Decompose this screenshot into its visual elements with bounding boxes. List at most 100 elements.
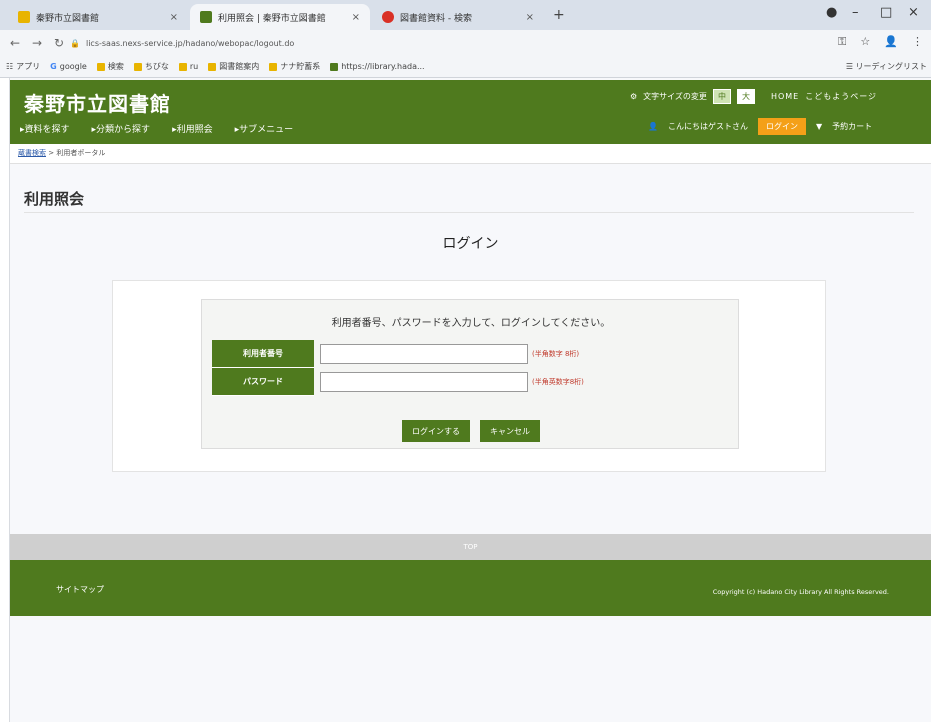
account-icon[interactable]: 👤 [884, 35, 898, 49]
bookmark-folder[interactable]: 検索 [96, 61, 124, 72]
lock-icon: 🔒 [70, 38, 80, 48]
font-size-large-button[interactable]: 大 [736, 89, 755, 104]
address-bar-row: ← → ↻ 🔒 lics-saas.nexs-service.jp/hadano… [0, 30, 931, 56]
browser-tabbar: 秦野市立図書館 × 利用照会 | 秦野市立図書館 × 図書館資料 - 検索 × … [0, 0, 931, 30]
page-title: 利用照会 [24, 190, 85, 208]
google-icon: G [50, 62, 57, 71]
site-footer: サイトマップ Copyright (c) Hadano City Library… [10, 560, 931, 616]
user-number-input[interactable] [320, 344, 528, 364]
title-divider [24, 212, 914, 213]
key-icon[interactable]: ⚿ [838, 35, 846, 49]
reload-icon[interactable]: ↻ [52, 36, 66, 50]
forward-arrow-icon[interactable]: → [30, 36, 44, 50]
browser-tab[interactable]: 秦野市立図書館 × [8, 4, 188, 30]
close-window-button[interactable]: × [908, 5, 919, 20]
login-form: 利用者番号、パスワードを入力して、ログインしてください。 利用者番号 (半角数字… [201, 299, 739, 449]
font-size-medium-button[interactable]: 中 [712, 89, 731, 104]
kids-page-link[interactable]: こどもようページ [805, 91, 877, 102]
tab-close-icon[interactable]: × [170, 12, 178, 23]
bookmark-label: アプリ [16, 62, 41, 71]
apps-bookmark[interactable]: ☷ アプリ [6, 61, 40, 72]
minimize-button[interactable]: – [852, 5, 859, 20]
nav-search-materials[interactable]: ▸資料を探す [20, 122, 70, 135]
header-utility: ⚙ 文字サイズの変更 中 大 HOME こどもようページ [630, 89, 877, 104]
copyright-text: Copyright (c) Hadano City Library All Ri… [712, 588, 889, 596]
tab-close-icon[interactable]: × [526, 12, 534, 23]
password-row: パスワード (半角英数字8桁) [212, 368, 584, 396]
nav-usage-inquiry[interactable]: ▸利用照会 [172, 122, 213, 135]
bookmark-folder[interactable]: ちびな [133, 61, 169, 72]
breadcrumb-home[interactable]: 蔵書検索 [18, 149, 46, 157]
bookmark-folder[interactable]: ナナ貯蓄系 [269, 61, 320, 72]
folder-icon [208, 62, 217, 71]
reading-list-icon: ☰ [845, 62, 856, 71]
tab-close-icon[interactable]: × [352, 12, 360, 23]
google-bookmark[interactable]: Ggoogle [50, 62, 87, 71]
page-blank-area [10, 616, 931, 722]
folder-icon [96, 62, 105, 71]
breadcrumb-separator: > [46, 149, 57, 157]
url-field[interactable]: 🔒 lics-saas.nexs-service.jp/hadano/webop… [70, 34, 830, 52]
bookmark-label: google [59, 62, 87, 71]
back-to-top-link[interactable]: TOP [463, 543, 477, 551]
login-submit-button[interactable]: ログインする [402, 420, 470, 442]
star-icon[interactable]: ☆ [860, 35, 870, 49]
profile-icon[interactable]: ● [826, 5, 837, 20]
font-size-label: 文字サイズの変更 [643, 92, 707, 101]
header-login-button[interactable]: ログイン [757, 118, 806, 135]
browser-tab-active[interactable]: 利用照会 | 秦野市立図書館 × [190, 4, 370, 30]
bookmark-link[interactable]: https://library.hada... [330, 62, 425, 71]
form-buttons: ログインする キャンセル [202, 420, 740, 442]
back-to-top-bar: TOP [10, 534, 931, 560]
back-arrow-icon[interactable]: ← [8, 36, 22, 50]
bookmark-label: https://library.hada... [341, 62, 425, 71]
site-logo[interactable]: 秦野市立図書館 [24, 88, 171, 117]
header-user: 👤 こんにちはゲストさん ログイン ▼ 予約カート [648, 118, 872, 135]
browser-tab[interactable]: 図書館資料 - 検索 × [372, 4, 544, 30]
password-input[interactable] [320, 372, 528, 392]
breadcrumb: 蔵書検索 > 利用者ポータル [10, 144, 931, 164]
maximize-button[interactable]: □ [880, 5, 892, 20]
login-instruction: 利用者番号、パスワードを入力して、ログインしてください。 [331, 318, 611, 329]
main-content: 利用照会 ログイン 利用者番号、パスワードを入力して、ログインしてください。 利… [10, 164, 931, 534]
window-edge [0, 78, 10, 722]
search-favicon-icon [382, 11, 394, 23]
password-label: パスワード [212, 368, 314, 396]
library-favicon-icon [18, 11, 30, 23]
user-number-row: 利用者番号 (半角数字 8桁) [212, 340, 579, 368]
password-hint: (半角英数字8桁) [532, 378, 584, 386]
apps-grid-icon: ☷ [6, 62, 14, 71]
site-header: 秦野市立図書館 ▸資料を探す ▸分類から探す ▸利用照会 ▸サブメニュー ⚙ 文… [10, 80, 931, 144]
reservation-cart-link[interactable]: 予約カート [832, 121, 872, 132]
address-bar-actions: ⚿ ☆ 👤 ⋮ [838, 35, 923, 49]
bookmark-label: 検索 [107, 62, 124, 71]
folder-icon [178, 62, 187, 71]
bookmark-folder[interactable]: 図書館案内 [208, 61, 259, 72]
library-favicon-icon [200, 11, 212, 23]
menu-icon[interactable]: ⋮ [912, 35, 923, 49]
bookmark-folder[interactable]: ru [178, 62, 198, 71]
bookmark-label: ちびな [144, 62, 169, 71]
nav-submenu[interactable]: ▸サブメニュー [235, 122, 294, 135]
user-icon: 👤 [648, 122, 658, 131]
tab-title: 利用照会 | 秦野市立図書館 [218, 13, 326, 24]
greeting-text: こんにちはゲストさん [667, 122, 748, 131]
cancel-button[interactable]: キャンセル [480, 420, 540, 442]
global-nav: ▸資料を探す ▸分類から探す ▸利用照会 ▸サブメニュー [20, 122, 293, 135]
url-text: lics-saas.nexs-service.jp/hadano/webopac… [85, 38, 295, 48]
gear-icon: ⚙ [630, 92, 638, 101]
sitemap-link[interactable]: サイトマップ [56, 584, 104, 595]
home-link[interactable]: HOME [771, 92, 799, 101]
bookmarks-bar: ☷ アプリ Ggoogle 検索 ちびな ru 図書館案内 ナナ貯蓄系 https… [0, 56, 931, 78]
folder-icon [269, 62, 278, 71]
new-tab-button[interactable]: + [553, 7, 565, 23]
reading-list[interactable]: ☰ リーディングリスト [841, 61, 927, 72]
login-panel: 利用者番号、パスワードを入力して、ログインしてください。 利用者番号 (半角数字… [112, 280, 826, 472]
nav-search-by-class[interactable]: ▸分類から探す [92, 122, 151, 135]
user-number-hint: (半角数字 8桁) [532, 350, 580, 358]
tab-title: 図書館資料 - 検索 [400, 13, 472, 24]
breadcrumb-current: 利用者ポータル [56, 149, 106, 157]
bookmark-label: ナナ貯蓄系 [280, 62, 321, 71]
login-heading: ログイン [442, 236, 499, 252]
folder-icon [133, 62, 142, 71]
